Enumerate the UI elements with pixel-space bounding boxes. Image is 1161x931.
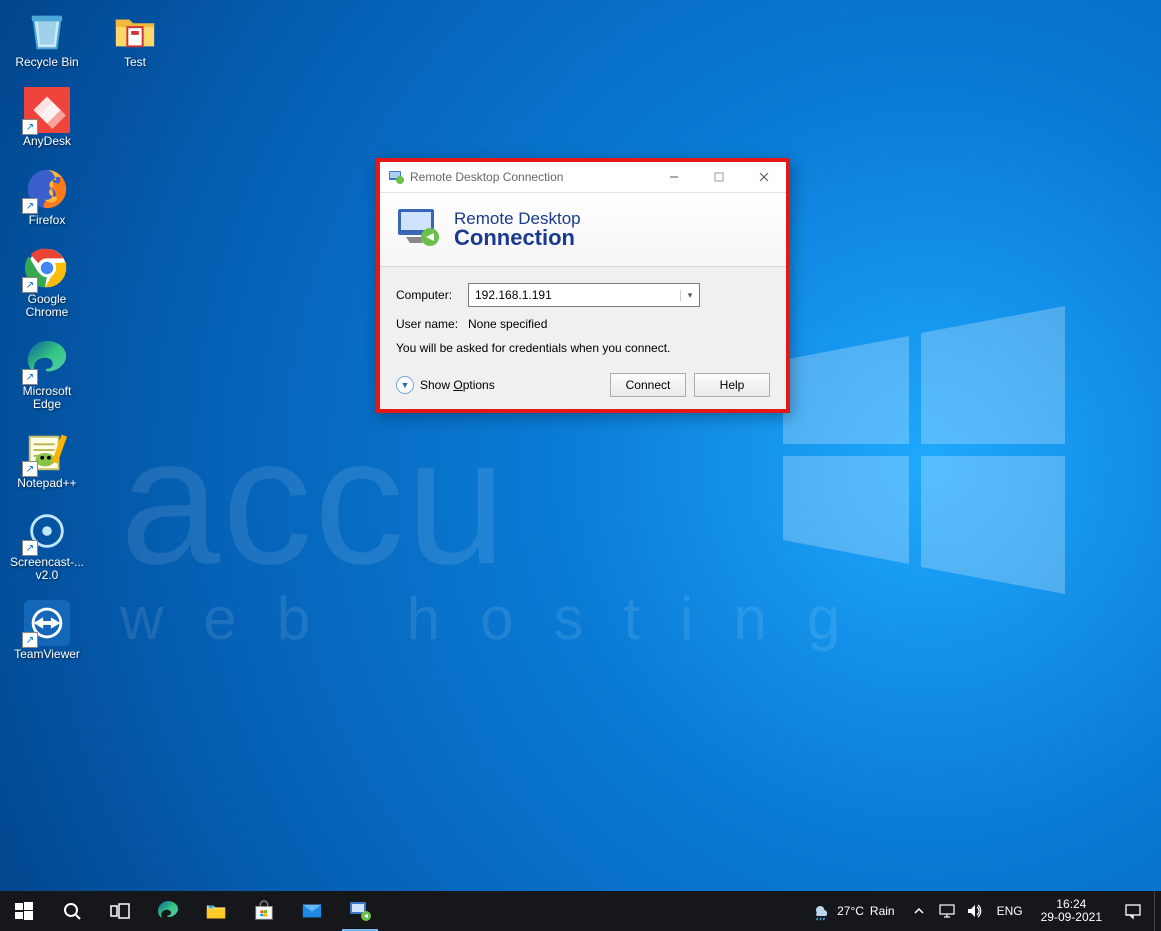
firefox-icon: ↗ — [24, 166, 70, 212]
computer-combobox[interactable]: ▾ — [468, 283, 700, 307]
credentials-note: You will be asked for credentials when y… — [396, 341, 770, 355]
recycle-bin-icon — [24, 8, 70, 54]
taskbar-file-explorer[interactable] — [192, 891, 240, 931]
desktop-icon-label: Google Chrome — [8, 293, 86, 319]
connect-button[interactable]: Connect — [610, 373, 686, 397]
rdc-app-icon — [388, 169, 404, 185]
notepadpp-icon: ↗ — [24, 429, 70, 475]
rdc-banner-icon — [396, 207, 444, 252]
show-desktop-button[interactable] — [1154, 891, 1161, 931]
desktop-icon-edge[interactable]: ↗ Microsoft Edge — [8, 337, 86, 411]
shortcut-arrow-icon: ↗ — [22, 461, 38, 477]
weather-icon — [811, 901, 831, 921]
tray-date: 29-09-2021 — [1041, 911, 1102, 924]
taskbar-rdc[interactable] — [336, 891, 384, 931]
window-titlebar[interactable]: Remote Desktop Connection — [380, 162, 786, 193]
desktop-icon-label: Screencast-... v2.0 — [8, 556, 86, 582]
close-button[interactable] — [741, 162, 786, 192]
search-button[interactable] — [48, 891, 96, 931]
taskbar[interactable]: 27°C Rain ENG 16:24 29-09-2021 — [0, 891, 1161, 931]
computer-input[interactable] — [469, 288, 680, 302]
rdc-banner-line2: Connection — [454, 227, 581, 249]
maximize-button[interactable] — [696, 162, 741, 192]
window-title: Remote Desktop Connection — [410, 170, 651, 184]
watermark: accu web hosting — [120, 430, 880, 653]
desktop-icon-chrome[interactable]: ↗ Google Chrome — [8, 245, 86, 319]
desktop-icon-label: Notepad++ — [17, 477, 76, 490]
tray-monitor-icon[interactable] — [933, 891, 961, 931]
desktop-icons: Recycle Bin ↗ AnyDesk ↗ Firefox ↗ Google… — [8, 8, 86, 661]
remote-desktop-window[interactable]: Remote Desktop Connection Remote Desktop… — [376, 158, 790, 413]
show-options-label: Show Options — [420, 378, 495, 392]
rdc-banner: Remote Desktop Connection — [380, 193, 786, 267]
shortcut-arrow-icon: ↗ — [22, 277, 38, 293]
chevron-down-icon: ▼ — [396, 376, 414, 394]
desktop[interactable]: accu web hosting Recycle Bin ↗ AnyDesk ↗ — [0, 0, 1161, 931]
desktop-icon-teamviewer[interactable]: ↗ TeamViewer — [8, 600, 86, 661]
username-value: None specified — [468, 317, 770, 331]
teamviewer-icon: ↗ — [24, 600, 70, 646]
taskbar-edge[interactable] — [144, 891, 192, 931]
desktop-icon-label: TeamViewer — [14, 648, 80, 661]
desktop-icon-firefox[interactable]: ↗ Firefox — [8, 166, 86, 227]
chevron-down-icon[interactable]: ▾ — [680, 290, 699, 301]
folder-icon — [112, 8, 158, 54]
minimize-button[interactable] — [651, 162, 696, 192]
desktop-icon-label: Test — [124, 56, 146, 69]
shortcut-arrow-icon: ↗ — [22, 119, 38, 135]
screencast-icon: ↗ — [24, 508, 70, 554]
desktop-icon-notepadpp[interactable]: ↗ Notepad++ — [8, 429, 86, 490]
windows-logo-wallpaper — [741, 300, 1101, 600]
taskbar-store[interactable] — [240, 891, 288, 931]
computer-label: Computer: — [396, 288, 468, 302]
show-options-toggle[interactable]: ▼ Show Options — [396, 376, 495, 394]
tray-language[interactable]: ENG — [989, 904, 1031, 918]
taskbar-mail[interactable] — [288, 891, 336, 931]
desktop-icon-label: AnyDesk — [23, 135, 71, 148]
edge-icon: ↗ — [24, 337, 70, 383]
tray-overflow-button[interactable] — [905, 891, 933, 931]
desktop-icon-anydesk[interactable]: ↗ AnyDesk — [8, 87, 86, 148]
start-button[interactable] — [0, 891, 48, 931]
weather-condition: Rain — [870, 904, 895, 918]
tray-notifications[interactable] — [1112, 902, 1154, 920]
taskbar-weather[interactable]: 27°C Rain — [801, 901, 905, 921]
desktop-icon-label: Firefox — [29, 214, 66, 227]
desktop-icon-screencast[interactable]: ↗ Screencast-... v2.0 — [8, 508, 86, 582]
tray-clock[interactable]: 16:24 29-09-2021 — [1031, 898, 1112, 924]
weather-temp: 27°C — [837, 904, 864, 918]
desktop-icon-test-folder[interactable]: Test — [96, 8, 174, 69]
task-view-button[interactable] — [96, 891, 144, 931]
help-button[interactable]: Help — [694, 373, 770, 397]
rdc-body: Computer: ▾ User name: None specified Yo… — [380, 267, 786, 409]
tray-volume-icon[interactable] — [961, 891, 989, 931]
desktop-icon-recycle-bin[interactable]: Recycle Bin — [8, 8, 86, 69]
shortcut-arrow-icon: ↗ — [22, 632, 38, 648]
chrome-icon: ↗ — [24, 245, 70, 291]
desktop-icon-label: Microsoft Edge — [8, 385, 86, 411]
shortcut-arrow-icon: ↗ — [22, 369, 38, 385]
shortcut-arrow-icon: ↗ — [22, 540, 38, 556]
username-label: User name: — [396, 317, 468, 331]
desktop-icon-label: Recycle Bin — [15, 56, 78, 69]
anydesk-icon: ↗ — [24, 87, 70, 133]
shortcut-arrow-icon: ↗ — [22, 198, 38, 214]
